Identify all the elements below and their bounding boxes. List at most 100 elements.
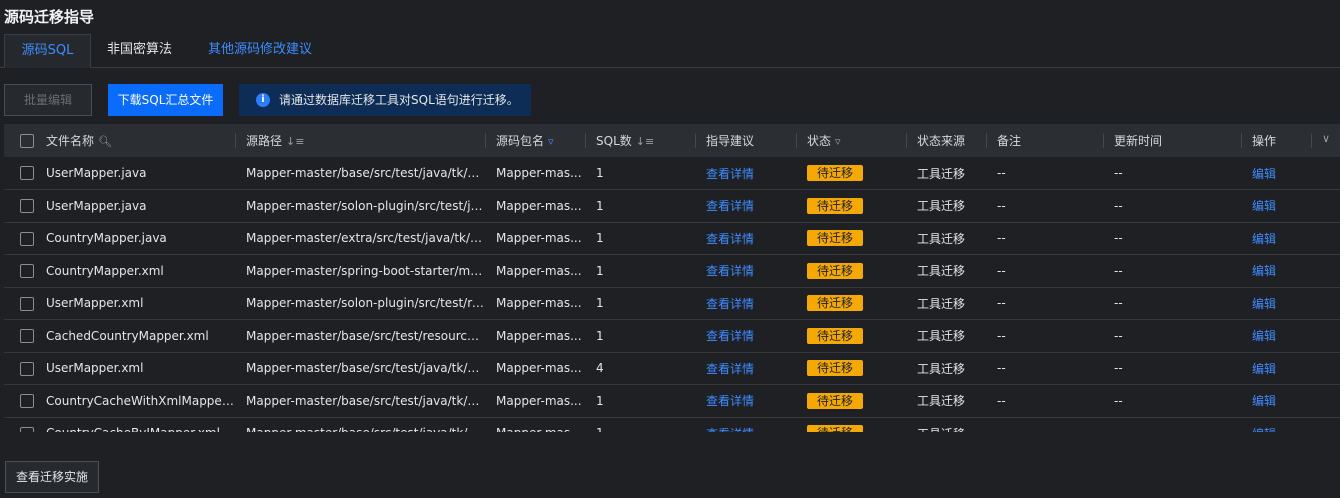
row-checkbox[interactable] [20,199,34,213]
view-details-link[interactable]: 查看详情 [706,362,754,376]
cell-status-source: 工具迁移 [917,296,966,311]
batch-edit-button[interactable]: 批量编辑 [4,84,92,116]
cell-path: Mapper-master/solon-plugin/src/test/res.… [246,296,486,311]
edit-link[interactable]: 编辑 [1252,199,1276,213]
row-select-cell [4,320,36,353]
cell-status-source-cell: 工具迁移 [907,320,987,353]
row-select-cell [4,190,36,223]
view-migration-button[interactable]: 查看迁移实施 [5,461,99,493]
cell-path-cell: Mapper-master/base/src/test/java/tk/my..… [236,352,486,385]
col-guide: 指导建议 [696,124,797,157]
cell-updated-cell: -- [1104,417,1242,432]
view-details-link[interactable]: 查看详情 [706,199,754,213]
cell-package: Mapper-mas... [496,393,582,408]
cell-sql-count-cell: 1 [586,385,696,418]
col-remark: 备注 [987,124,1104,157]
cell-path: Mapper-master/base/src/test/java/tk/my..… [246,361,486,376]
view-details-link[interactable]: 查看详情 [706,427,754,432]
cell-remark: -- [997,393,1006,408]
tab-other-suggestions[interactable]: 其他源码修改建议 [194,34,326,68]
view-details-link[interactable]: 查看详情 [706,232,754,246]
download-sql-button[interactable]: 下载SQL汇总文件 [108,84,223,116]
cell-remark: -- [997,166,1006,180]
edit-link[interactable]: 编辑 [1252,167,1276,181]
search-icon[interactable]: 🔍︎ [98,135,112,148]
cell-status-source: 工具迁移 [917,427,965,432]
row-checkbox[interactable] [20,394,34,408]
chevron-down-icon[interactable]: ∨ [1322,132,1330,145]
row-checkbox[interactable] [20,361,34,376]
cell-path-cell: Mapper-master/base/src/test/java/tk/my..… [236,157,486,190]
table-row: UserMapper.xml Mapper-master/base/src/tes… [4,352,1340,385]
cell-filename-cell: UserMapper.xml [36,287,236,320]
cell-updated: -- [1114,198,1123,213]
view-details-link[interactable]: 查看详情 [706,264,754,278]
table-row: CachedCountryMapper.xml Mapper-master/bas… [4,320,1340,353]
cell-sql-count-cell: 1 [586,157,696,190]
cell-remark: -- [997,231,1006,246]
cell-updated: -- [1114,426,1123,432]
table-row: CountryMapper.xml Mapper-master/spring-bo… [4,255,1340,288]
view-details-link[interactable]: 查看详情 [706,167,754,181]
notice-text: 请通过数据库迁移工具对SQL语句进行迁移。 [279,93,519,107]
edit-link[interactable]: 编辑 [1252,362,1276,376]
cell-path-cell: Mapper-master/base/src/test/java/tk/my..… [236,385,486,418]
cell-status-source-cell: 工具迁移 [907,385,987,418]
cell-package: Mapper-mas... [496,166,582,180]
table-row: UserMapper.java Mapper-master/base/src/te… [4,157,1340,190]
tab-non-national-crypto[interactable]: 非国密算法 [93,34,186,68]
cell-filename-cell: CachedCountryMapper.xml [36,320,236,353]
cell-path-cell: Mapper-master/extra/src/test/java/tk/my.… [236,222,486,255]
cell-path: Mapper-master/base/src/test/java/tk/my..… [246,393,486,408]
col-status: 状态 ▿ [797,124,907,157]
edit-link[interactable]: 编辑 [1252,264,1276,278]
cell-remark: -- [997,263,1006,278]
cell-sql-count: 1 [596,263,604,278]
filter-icon[interactable]: ▿ [835,135,841,148]
col-path: 源路径 ↓≡ [236,124,486,157]
sort-icon[interactable]: ↓≡ [636,135,654,148]
status-badge: 待迁移 [807,327,863,344]
edit-link[interactable]: 编辑 [1252,329,1276,343]
row-checkbox[interactable] [20,166,34,181]
cell-filename: UserMapper.xml [46,296,144,311]
view-details-link-cell: 查看详情 [696,385,797,418]
cell-remark-cell: -- [987,222,1104,255]
cell-path-cell: Mapper-master/solon-plugin/src/test/jav.… [236,190,486,223]
cell-filename-cell: CountryMapper.xml [36,255,236,288]
view-details-link[interactable]: 查看详情 [706,297,754,311]
filter-icon[interactable]: ▿ [548,135,554,148]
row-checkbox[interactable] [20,296,34,311]
cell-updated: -- [1114,166,1123,180]
sort-icon[interactable]: ↓≡ [286,135,304,148]
edit-link-cell: 编辑 [1242,417,1340,432]
cell-remark: -- [997,198,1006,213]
table-row: UserMapper.xml Mapper-master/solon-plugin… [4,287,1340,320]
edit-link-cell: 编辑 [1242,385,1340,418]
row-checkbox[interactable] [20,264,34,278]
status-badge-cell: 待迁移 [797,190,907,223]
row-checkbox[interactable] [20,426,34,432]
view-details-link[interactable]: 查看详情 [706,394,754,408]
edit-link-cell: 编辑 [1242,352,1340,385]
cell-package: Mapper-mas... [496,426,582,432]
cell-filename: CachedCountryMapper.xml [46,328,209,343]
cell-package-cell: Mapper-mas... [486,320,586,353]
tab-source-sql[interactable]: 源码SQL [4,34,91,68]
cell-status-source: 工具迁移 [917,199,966,214]
row-checkbox[interactable] [20,329,34,343]
cell-updated: -- [1114,296,1123,311]
row-select-cell [4,255,36,288]
view-details-link[interactable]: 查看详情 [706,329,754,343]
edit-link[interactable]: 编辑 [1252,232,1276,246]
select-all-checkbox[interactable] [20,133,34,148]
row-checkbox[interactable] [20,231,34,246]
edit-link[interactable]: 编辑 [1252,394,1276,408]
edit-link-cell: 编辑 [1242,320,1340,353]
cell-path-cell: Mapper-master/spring-boot-starter/map... [236,255,486,288]
cell-sql-count: 1 [596,296,604,311]
cell-remark: -- [997,328,1006,343]
cell-package-cell: Mapper-mas... [486,157,586,190]
edit-link[interactable]: 编辑 [1252,297,1276,311]
edit-link[interactable]: 编辑 [1252,427,1276,432]
